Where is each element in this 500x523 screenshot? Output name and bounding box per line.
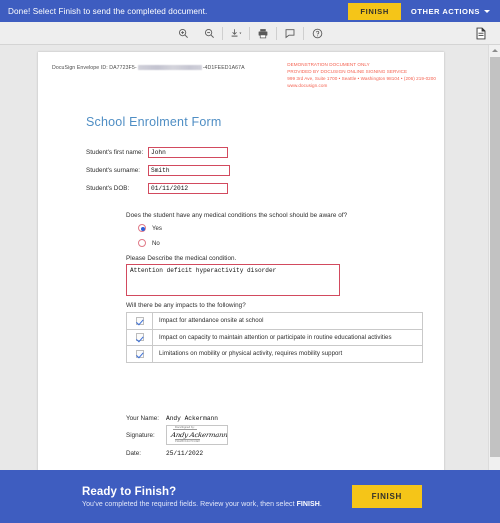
signature-id: F9E2B0C4A7D14E8: [175, 439, 200, 443]
dob-label: Student's DOB:: [86, 185, 148, 192]
demo-line-2: PROVIDED BY DOCUSIGN ONLINE SIGNING SERV…: [287, 68, 436, 75]
demonstration-notice: DEMONSTRATION DOCUMENT ONLY PROVIDED BY …: [287, 61, 436, 89]
radio-yes-label: Yes: [152, 225, 162, 232]
comment-button[interactable]: [277, 23, 303, 44]
signature-image: Andy Ackermann: [170, 431, 228, 438]
document-toolbar: [0, 22, 500, 45]
impact-label-3: Limitations on mobility or physical acti…: [153, 350, 342, 357]
envelope-id: DocuSign Envelope ID: DA7723F5- -4D1FEED1…: [52, 65, 245, 71]
help-button[interactable]: [304, 23, 330, 44]
first-name-row: Student's first name: John: [86, 147, 228, 158]
checkbox-icon[interactable]: [136, 317, 144, 325]
impact-checkbox-cell-2[interactable]: [127, 330, 153, 346]
signer-name-label: Your Name:: [126, 415, 166, 422]
demo-line-4: www.docusign.com: [287, 82, 436, 89]
radio-option-yes[interactable]: Yes: [138, 224, 162, 232]
chevron-down-icon: [484, 10, 490, 13]
radio-no-label: No: [152, 240, 160, 247]
impact-checkbox-cell-1[interactable]: [127, 313, 153, 329]
other-actions-menu[interactable]: OTHER ACTIONS: [411, 7, 494, 16]
surname-label: Student's surname:: [86, 167, 148, 174]
table-row[interactable]: Limitations on mobility or physical acti…: [127, 346, 422, 363]
banner-subtitle-before: You've completed the required fields. Re…: [82, 501, 297, 508]
signer-name-value[interactable]: Andy Ackermann: [166, 415, 218, 422]
demo-line-3: 999 3rd Ave, Suite 1700 • Seattle • Wash…: [287, 75, 436, 82]
signature-row: Signature: DocuSigned by: Andy Ackermann…: [126, 425, 228, 445]
date-label: Date:: [126, 450, 166, 457]
impact-label-2: Impact on capacity to maintain attention…: [153, 334, 392, 341]
signature-field[interactable]: DocuSigned by: Andy Ackermann F9E2B0C4A7…: [166, 425, 228, 445]
vertical-scrollbar[interactable]: [488, 45, 500, 470]
radio-yes-icon[interactable]: [138, 224, 146, 232]
scrollbar-thumb[interactable]: [490, 57, 500, 457]
other-actions-label: OTHER ACTIONS: [411, 7, 480, 16]
page-title: School Enrolment Form: [86, 115, 222, 129]
checkbox-icon[interactable]: [136, 333, 144, 341]
banner-subtitle-after: .: [320, 501, 322, 508]
document-viewport[interactable]: DocuSign Envelope ID: DA7723F5- -4D1FEED1…: [0, 45, 500, 470]
toolbar-right-group: [468, 23, 494, 44]
document-page: DocuSign Envelope ID: DA7723F5- -4D1FEED1…: [38, 52, 444, 470]
envelope-id-prefix: DocuSign Envelope ID: DA7723F5-: [52, 65, 137, 71]
date-value[interactable]: 25/11/2022: [166, 450, 203, 457]
surname-row: Student's surname: Smith: [86, 165, 230, 176]
banner-text-group: Ready to Finish? You've completed the re…: [82, 486, 352, 508]
finish-button-top[interactable]: FINISH: [348, 3, 401, 20]
impact-label-1: Impact for attendance onsite at school: [153, 317, 264, 324]
dob-input[interactable]: 01/11/2012: [148, 183, 228, 194]
banner-subtitle: You've completed the required fields. Re…: [82, 501, 352, 508]
radio-option-no[interactable]: No: [138, 239, 160, 247]
scroll-up-arrow-icon[interactable]: [489, 45, 500, 56]
status-message: Done! Select Finish to send the complete…: [8, 7, 348, 16]
banner-title: Ready to Finish?: [82, 486, 352, 498]
first-name-label: Student's first name:: [86, 149, 148, 156]
print-button[interactable]: [250, 23, 276, 44]
zoom-in-button[interactable]: [170, 23, 196, 44]
zoom-out-button[interactable]: [196, 23, 222, 44]
impacts-table: Impact for attendance onsite at school I…: [126, 312, 423, 363]
finish-button-bottom[interactable]: FINISH: [352, 485, 422, 508]
impacts-question-label: Will there be any impacts to the followi…: [126, 302, 246, 309]
ready-to-finish-banner: Ready to Finish? You've completed the re…: [0, 470, 500, 523]
dob-row: Student's DOB: 01/11/2012: [86, 183, 228, 194]
download-button[interactable]: [223, 23, 249, 44]
impact-checkbox-cell-3[interactable]: [127, 346, 153, 362]
medical-question-label: Does the student have any medical condit…: [126, 212, 347, 219]
describe-label: Please Describe the medical condition.: [126, 255, 236, 262]
page-thumbnail-button[interactable]: [468, 23, 494, 44]
envelope-id-suffix: -4D1FEED1A67A: [203, 65, 245, 71]
signer-date-row: Date: 25/11/2022: [126, 450, 203, 457]
top-status-banner: Done! Select Finish to send the complete…: [0, 0, 500, 22]
table-row[interactable]: Impact on capacity to maintain attention…: [127, 330, 422, 347]
toolbar-button-group: [0, 23, 500, 44]
medical-description-textarea[interactable]: Attention deficit hyperactivity disorder: [126, 264, 340, 296]
first-name-input[interactable]: John: [148, 147, 228, 158]
signature-tab-label: DocuSigned by:: [173, 426, 197, 430]
radio-no-icon[interactable]: [138, 239, 146, 247]
envelope-id-redaction: [138, 65, 202, 70]
checkbox-icon[interactable]: [136, 350, 144, 358]
demo-line-1: DEMONSTRATION DOCUMENT ONLY: [287, 61, 436, 68]
banner-subtitle-strong: FINISH: [297, 501, 320, 508]
surname-input[interactable]: Smith: [148, 165, 230, 176]
signer-name-row: Your Name: Andy Ackermann: [126, 415, 218, 422]
table-row[interactable]: Impact for attendance onsite at school: [127, 313, 422, 330]
signature-label: Signature:: [126, 432, 166, 439]
